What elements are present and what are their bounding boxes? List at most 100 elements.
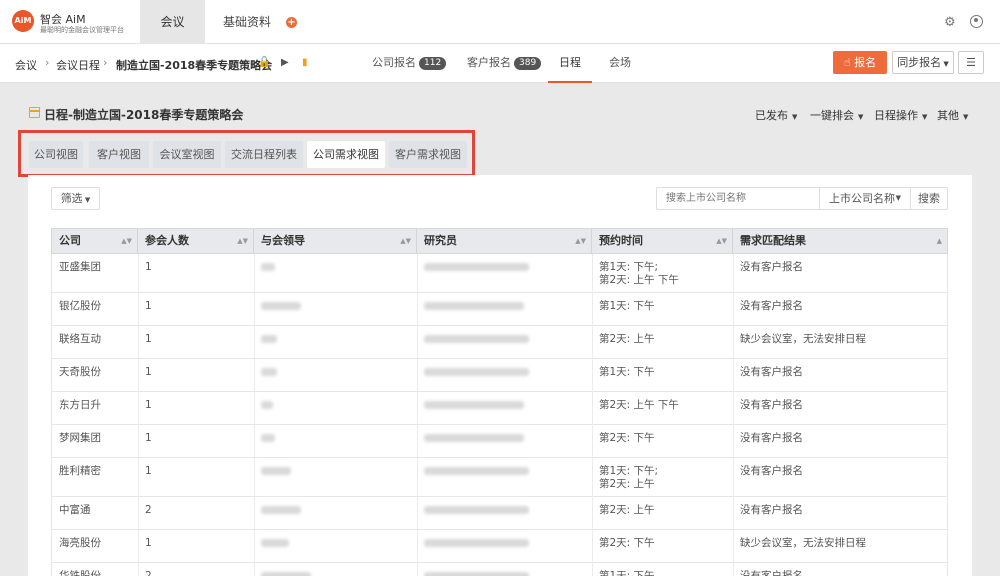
search-button[interactable]: 搜索 <box>910 187 948 210</box>
table-row[interactable]: 银亿股份 1 第1天: 下午 没有客户报名 <box>51 293 948 326</box>
table-row[interactable]: 亚盛集团 1 第1天: 下午; 第2天: 上午 下午 没有客户报名 <box>51 254 948 293</box>
table-row[interactable]: 中富通 2 第2天: 上午 没有客户报名 <box>51 497 948 530</box>
cell-time: 第1天: 下午 <box>599 366 655 378</box>
cell-time: 第1天: 下午 <box>599 570 655 576</box>
cell-company: 海亮股份 <box>59 537 101 549</box>
sort-icon[interactable]: ▲▼ <box>716 229 727 253</box>
schedule-ops-dropdown[interactable]: 日程操作 ▼ <box>874 107 927 123</box>
column-divider <box>254 326 255 359</box>
count-badge: 112 <box>419 56 447 70</box>
chevron-right-icon: › <box>103 56 108 69</box>
cell-leaders-redacted <box>261 506 301 514</box>
column-divider <box>733 392 734 425</box>
sync-signup-button[interactable]: 同步报名 ▼ <box>892 51 954 74</box>
bookmark-icon[interactable]: ▮ <box>302 57 308 68</box>
tab-client-signup[interactable]: 客户报名 389 <box>467 44 542 83</box>
tab-client-demand-view[interactable]: 客户需求视图 <box>389 141 467 168</box>
column-divider <box>592 326 593 359</box>
cell-result: 没有客户报名 <box>740 504 803 516</box>
table-row[interactable]: 梦网集团 1 第2天: 下午 没有客户报名 <box>51 425 948 458</box>
table-row[interactable]: 胜利精密 1 第1天: 下午; 第2天: 上午 没有客户报名 <box>51 458 948 497</box>
caret-down-icon: ▼ <box>895 194 901 202</box>
tab-company-signup[interactable]: 公司报名 112 <box>372 44 447 83</box>
caret-down-icon: ▼ <box>858 113 864 121</box>
column-header-time[interactable]: 预约时间 ▲▼ <box>592 229 733 253</box>
cell-time: 第2天: 上午 <box>599 478 655 490</box>
top-navbar: AiM 智会 AiM 最聪明的金融会议管理平台 会议 基础资料 + ⚙ <box>0 0 1000 44</box>
play-icon[interactable]: ▶ <box>281 57 289 68</box>
published-dropdown[interactable]: 已发布 ▼ <box>755 107 797 123</box>
column-divider <box>417 293 418 326</box>
tab-client-view[interactable]: 客户视图 <box>89 141 149 168</box>
cell-result: 没有客户报名 <box>740 432 803 444</box>
cell-result: 缺少会议室，无法安排日程 <box>740 537 866 549</box>
column-divider <box>417 497 418 530</box>
sort-icon[interactable]: ▲▼ <box>121 229 132 253</box>
signup-button[interactable]: ☝ 报名 <box>833 51 887 74</box>
cell-leaders-redacted <box>261 368 277 376</box>
cell-time: 第2天: 上午 下午 <box>599 274 679 286</box>
table-row[interactable]: 东方日升 1 第2天: 上午 下午 没有客户报名 <box>51 392 948 425</box>
search-input[interactable] <box>656 187 820 210</box>
other-dropdown[interactable]: 其他 ▼ <box>937 107 968 123</box>
tab-exchange-list[interactable]: 交流日程列表 <box>225 141 303 168</box>
tab-schedule[interactable]: 日程 <box>548 44 592 83</box>
user-icon[interactable] <box>970 15 983 28</box>
table-row[interactable]: 联络互动 1 第2天: 上午 缺少会议室，无法安排日程 <box>51 326 948 359</box>
column-divider <box>254 563 255 576</box>
column-divider <box>592 425 593 458</box>
column-divider <box>417 392 418 425</box>
settings-sliders-icon[interactable]: ☰ <box>958 51 984 74</box>
table-row[interactable]: 海亮股份 1 第2天: 下午 缺少会议室，无法安排日程 <box>51 530 948 563</box>
column-divider <box>733 497 734 530</box>
column-divider <box>592 254 593 293</box>
column-header-researcher[interactable]: 研究员 ▲▼ <box>417 229 592 253</box>
brand-logo-icon[interactable]: AiM <box>12 10 34 32</box>
sort-icon[interactable]: ▲▼ <box>575 229 586 253</box>
cell-company: 银亿股份 <box>59 300 101 312</box>
column-divider <box>592 458 593 497</box>
search-field-select[interactable]: 上市公司名称 ▼ <box>819 187 911 210</box>
column-divider <box>138 563 139 576</box>
column-header-leaders[interactable]: 与会领导 ▲▼ <box>254 229 417 253</box>
tab-venue[interactable]: 会场 <box>609 44 631 83</box>
column-divider <box>592 392 593 425</box>
column-header-result[interactable]: 需求匹配结果 ▲ <box>733 229 947 253</box>
sort-icon[interactable]: ▲▼ <box>400 229 411 253</box>
breadcrumb-root[interactable]: 会议 <box>15 57 37 73</box>
breadcrumb-schedule[interactable]: 会议日程 <box>56 57 100 73</box>
sort-icon[interactable]: ▲▼ <box>237 229 248 253</box>
caret-down-icon: ▼ <box>792 113 798 121</box>
nav-base-data[interactable]: 基础资料 <box>212 0 282 44</box>
tab-company-demand-view[interactable]: 公司需求视图 <box>307 141 385 168</box>
cell-leaders-redacted <box>261 539 289 547</box>
cell-time: 第1天: 下午 <box>599 300 655 312</box>
cell-leaders-redacted <box>261 302 301 310</box>
column-header-attendees[interactable]: 参会人数 ▲▼ <box>138 229 254 253</box>
column-header-company[interactable]: 公司 ▲▼ <box>52 229 138 253</box>
filter-dropdown[interactable]: 筛选 ▼ <box>51 187 100 210</box>
cell-attendees: 1 <box>145 465 152 477</box>
cell-time: 第2天: 下午 <box>599 432 655 444</box>
column-divider <box>733 425 734 458</box>
tab-room-view[interactable]: 会议室视图 <box>153 141 221 168</box>
cell-researcher-redacted <box>424 572 529 576</box>
gear-icon[interactable]: ⚙ <box>944 15 956 30</box>
cell-researcher-redacted <box>424 263 529 271</box>
cell-researcher-redacted <box>424 335 529 343</box>
cell-attendees: 1 <box>145 432 152 444</box>
tab-company-view[interactable]: 公司视图 <box>29 141 83 168</box>
hand-icon: ☝ <box>843 56 851 69</box>
sort-icon[interactable]: ▲ <box>937 229 942 253</box>
nav-meeting[interactable]: 会议 <box>140 0 205 44</box>
auto-arrange-dropdown[interactable]: 一键排会 ▼ <box>810 107 863 123</box>
column-divider <box>592 293 593 326</box>
column-divider <box>138 530 139 563</box>
calendar-icon <box>29 107 40 118</box>
add-icon[interactable]: + <box>286 17 297 28</box>
table-row[interactable]: 华铁股份 2 第1天: 下午 没有客户报名 <box>51 563 948 576</box>
cell-time: 第2天: 上午 下午 <box>599 399 679 411</box>
caret-down-icon: ▼ <box>82 196 91 204</box>
unlock-icon[interactable]: 🔓 <box>258 57 270 68</box>
table-row[interactable]: 天奇股份 1 第1天: 下午 没有客户报名 <box>51 359 948 392</box>
